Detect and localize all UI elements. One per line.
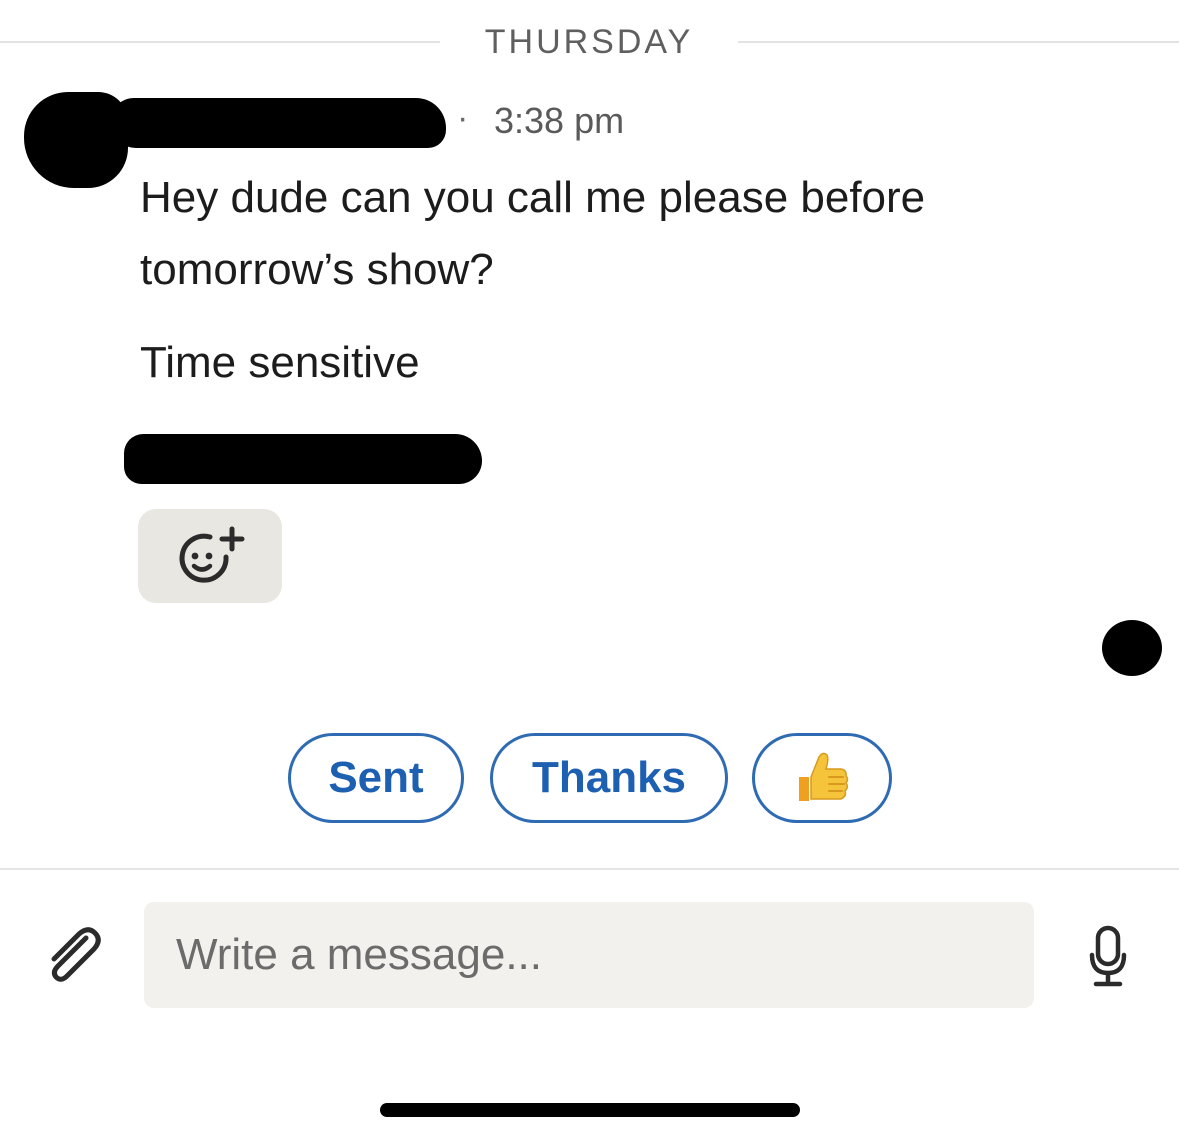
add-reaction-button[interactable] — [138, 509, 282, 603]
message-timestamp: 3:38 pm — [494, 100, 625, 141]
home-indicator[interactable] — [380, 1103, 800, 1117]
quick-reply-thanks[interactable]: Thanks — [490, 733, 728, 823]
paperclip-icon[interactable] — [40, 922, 106, 993]
divider-line-left — [0, 41, 440, 43]
redacted-signature — [124, 434, 482, 484]
composer-divider — [0, 868, 1179, 870]
message-text-line: tomorrow’s show? — [140, 245, 494, 294]
header-separator: · — [457, 99, 469, 137]
quick-reply-thumbs-up[interactable] — [752, 733, 892, 823]
redacted-sender-name[interactable] — [110, 98, 446, 148]
quick-reply-label: Sent — [328, 753, 424, 802]
microphone-icon[interactable] — [1088, 925, 1128, 994]
redacted-read-receipt-avatar — [1102, 620, 1162, 676]
divider-line-right — [738, 41, 1179, 43]
message-text-line: Time sensitive — [140, 338, 420, 387]
add-reaction-icon — [179, 526, 245, 583]
quick-reply-sent[interactable]: Sent — [288, 733, 464, 823]
redacted-avatar — [24, 92, 128, 188]
day-divider-label: THURSDAY — [484, 23, 694, 61]
quick-reply-label: Thanks — [531, 753, 687, 802]
message-input[interactable] — [144, 902, 1034, 1008]
thumbs-up-emoji — [799, 752, 849, 801]
message-text-line: Hey dude can you call me please before — [140, 173, 926, 222]
